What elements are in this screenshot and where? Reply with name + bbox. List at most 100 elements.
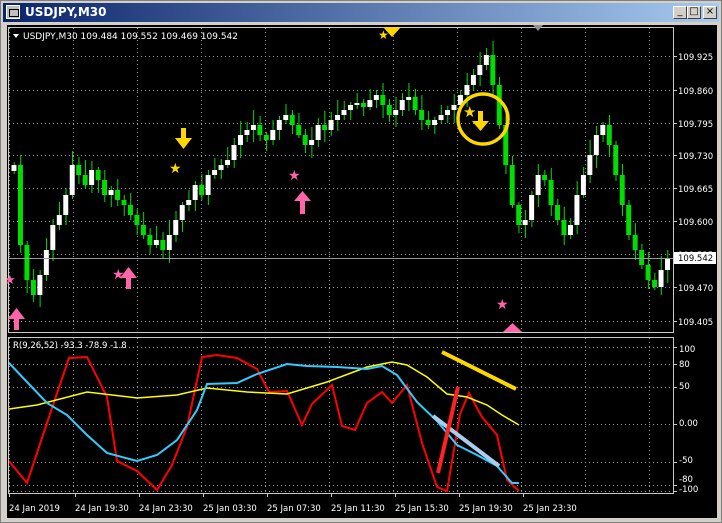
svg-text:★: ★	[378, 28, 389, 42]
chart-window-icon	[6, 5, 20, 19]
candle-body	[425, 120, 431, 125]
candle-body	[470, 75, 476, 85]
candle-body	[509, 165, 515, 205]
candle-body	[438, 115, 444, 120]
time-tick-label: 25 Jan 15:30	[395, 504, 449, 514]
candle-body	[121, 200, 127, 205]
candle-body	[115, 190, 120, 200]
candle-body	[127, 205, 133, 215]
time-tick-label: 25 Jan 11:30	[331, 504, 385, 514]
time-tick-label: 24 Jan 23:30	[139, 504, 193, 514]
candle-body	[147, 235, 153, 245]
down-arrow-icon	[175, 128, 192, 149]
indicator-tick-label: 0.00	[679, 419, 698, 429]
candle-body	[212, 170, 218, 175]
close-button[interactable]: ×	[703, 6, 717, 19]
indicator-tick-label: 80	[679, 360, 690, 370]
up-arrow-icon	[503, 323, 522, 332]
indicator-tick-label: 50	[679, 382, 690, 392]
candle-body	[567, 225, 573, 235]
candle-body	[380, 95, 386, 105]
candle-body	[335, 115, 340, 120]
candle-body	[354, 103, 360, 105]
price-tick-label: 109.405	[678, 318, 713, 328]
candle-body	[225, 160, 230, 165]
candle-body	[535, 175, 541, 195]
candle-body	[17, 165, 23, 245]
candle-body	[309, 140, 315, 145]
candle-body	[263, 135, 269, 140]
candle-body	[82, 175, 88, 185]
candle-body	[11, 165, 17, 171]
candle-body	[231, 145, 237, 160]
candle-body	[606, 125, 612, 145]
candle-body	[134, 215, 140, 225]
title-bar[interactable]: USDJPY,M30 _ □ ×	[3, 3, 719, 22]
candle-body	[522, 220, 528, 225]
candle-body	[276, 120, 282, 130]
candle-body	[296, 125, 302, 135]
svg-text:★: ★	[463, 103, 476, 121]
candle-body	[289, 115, 295, 125]
candle-body	[516, 205, 522, 225]
indicator-tick-label: -50	[679, 456, 693, 466]
candle-body	[283, 115, 289, 120]
svg-text:★: ★	[496, 297, 509, 313]
restore-button[interactable]: □	[687, 6, 701, 19]
candle-body	[386, 105, 392, 115]
candle-body	[50, 225, 56, 250]
svg-text:★: ★	[7, 273, 16, 288]
candle-body	[445, 110, 450, 115]
candle-body	[205, 175, 211, 195]
candle-body	[341, 110, 347, 115]
candle-body	[102, 180, 108, 195]
chart-window[interactable]: USDJPY,M30 _ □ × ★ ★ ★ ★ ★ ★ ★ USDJPY,M3…	[0, 0, 722, 523]
window-title: USDJPY,M30	[25, 5, 107, 19]
candle-body	[373, 95, 379, 100]
candle-body	[626, 205, 632, 235]
candle-body	[315, 125, 321, 140]
star-icon: ★	[169, 161, 182, 177]
candle-body	[432, 120, 438, 125]
price-tick-label: 109.470	[678, 284, 713, 294]
dropdown-triangle-icon[interactable]	[13, 34, 19, 38]
candle-body	[173, 220, 179, 235]
minimize-button[interactable]: _	[673, 6, 687, 19]
star-icon: ★	[378, 28, 389, 42]
candle-body	[613, 145, 619, 175]
time-axis: 24 Jan 2019 24 Jan 19:30 24 Jan 23:30 25 Ja…	[9, 493, 577, 514]
star-icon: ★	[4, 273, 16, 288]
candle-body	[108, 190, 114, 195]
star-icon: ★	[496, 297, 509, 313]
price-tick-label: 109.860	[678, 87, 713, 97]
candle-body	[399, 100, 405, 110]
indicator-tick-label: -80	[679, 475, 693, 485]
candle-body	[658, 270, 664, 287]
candle-body	[580, 175, 586, 195]
candle-body	[30, 280, 36, 295]
svg-text:★: ★	[169, 161, 182, 177]
price-tick-label: 109.795	[678, 120, 713, 130]
candle-body	[166, 235, 172, 250]
candle-body	[160, 240, 166, 250]
up-arrow-icon	[294, 191, 311, 214]
candle-body	[199, 185, 205, 195]
yellow-trendline[interactable]	[441, 350, 517, 391]
candle-body	[600, 125, 606, 135]
candle-body	[244, 130, 250, 135]
price-tick-label: 109.925	[678, 53, 713, 63]
time-tick-label: 24 Jan 2019	[9, 504, 60, 514]
candle-body	[496, 85, 502, 125]
candle-body	[665, 258, 670, 270]
chart-header: USDJPY,M30 109.484 109.552 109.469 109.5…	[23, 32, 238, 42]
candle-body	[360, 103, 366, 107]
chart-area[interactable]: ★ ★ ★ ★ ★ ★ ★ USDJPY,M30 109.484 109.552…	[4, 25, 717, 518]
indicator-panel-border	[8, 337, 674, 494]
candle-body	[347, 105, 353, 110]
red-trendline[interactable]	[436, 386, 460, 474]
indicator-tick-label: -100	[679, 485, 698, 495]
candle-body	[250, 125, 256, 130]
candles	[11, 41, 670, 307]
star-icon: ★	[463, 103, 476, 121]
candle-body	[555, 205, 560, 220]
